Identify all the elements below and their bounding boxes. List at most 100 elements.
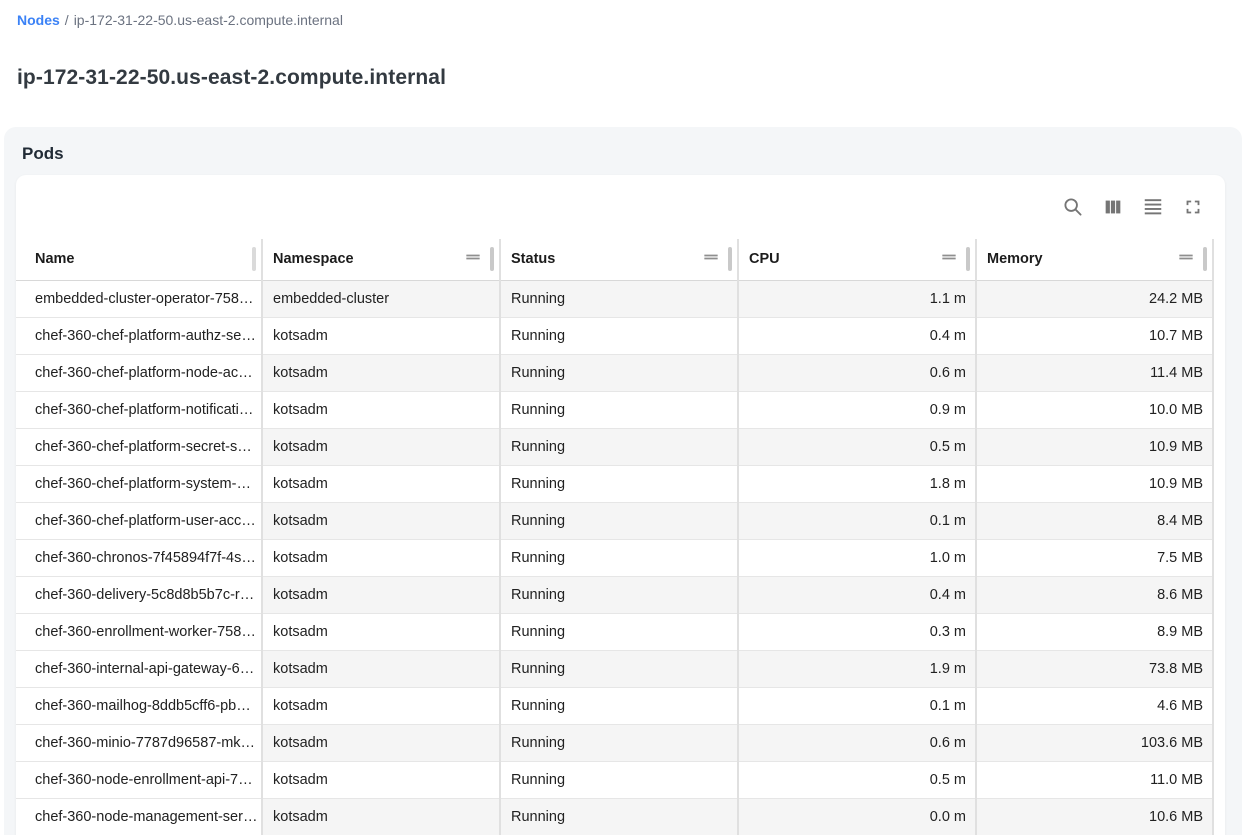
cell-memory: 8.4 MB (976, 502, 1213, 539)
column-header-name[interactable]: Name (16, 239, 262, 280)
cell-status: Running (500, 465, 738, 502)
column-header-cpu[interactable]: CPU (738, 239, 976, 280)
cell-namespace: kotsadm (262, 428, 500, 465)
drag-handle-icon[interactable] (1176, 247, 1196, 271)
breadcrumb: Nodes/ip-172-31-22-50.us-east-2.compute.… (0, 0, 1259, 28)
cell-cpu: 0.5 m (738, 428, 976, 465)
cell-status: Running (500, 280, 738, 317)
cell-cpu: 0.4 m (738, 317, 976, 354)
drag-handle-icon[interactable] (701, 247, 721, 271)
column-header-label: Name (35, 251, 75, 267)
cell-status: Running (500, 317, 738, 354)
column-resize-handle[interactable] (252, 247, 256, 271)
column-resize-handle[interactable] (966, 247, 970, 271)
table-row[interactable]: chef-360-enrollment-worker-758… kotsadm … (16, 613, 1213, 650)
drag-handle-icon[interactable] (939, 247, 959, 271)
column-header-label: Namespace (273, 251, 354, 267)
column-resize-handle[interactable] (490, 247, 494, 271)
column-header-namespace[interactable]: Namespace (262, 239, 500, 280)
cell-namespace: embedded-cluster (262, 280, 500, 317)
column-header-memory[interactable]: Memory (976, 239, 1213, 280)
cell-namespace: kotsadm (262, 724, 500, 761)
cell-memory: 7.5 MB (976, 539, 1213, 576)
table-row[interactable]: chef-360-chronos-7f45894f7f-4s… kotsadm … (16, 539, 1213, 576)
column-resize-handle[interactable] (1203, 247, 1207, 271)
cell-namespace: kotsadm (262, 502, 500, 539)
table-row[interactable]: chef-360-minio-7787d96587-mk… kotsadm Ru… (16, 724, 1213, 761)
cell-memory: 10.6 MB (976, 798, 1213, 835)
fullscreen-icon (1182, 196, 1204, 218)
cell-name: chef-360-node-enrollment-api-7… (16, 761, 262, 798)
cell-name: chef-360-mailhog-8ddb5cff6-pb… (16, 687, 262, 724)
cell-status: Running (500, 761, 738, 798)
pods-table: Name Namespace Status CPU (16, 239, 1214, 835)
column-resize-handle[interactable] (728, 247, 732, 271)
cell-status: Running (500, 798, 738, 835)
density-button[interactable] (1137, 191, 1169, 223)
cell-cpu: 1.1 m (738, 280, 976, 317)
cell-namespace: kotsadm (262, 761, 500, 798)
table-row[interactable]: chef-360-chef-platform-secret-s… kotsadm… (16, 428, 1213, 465)
cell-memory: 10.7 MB (976, 317, 1213, 354)
table-row[interactable]: embedded-cluster-operator-758… embedded-… (16, 280, 1213, 317)
table-row[interactable]: chef-360-delivery-5c8d8b5b7c-r… kotsadm … (16, 576, 1213, 613)
cell-status: Running (500, 687, 738, 724)
cell-namespace: kotsadm (262, 650, 500, 687)
cell-memory: 24.2 MB (976, 280, 1213, 317)
cell-memory: 11.0 MB (976, 761, 1213, 798)
cell-memory: 8.6 MB (976, 576, 1213, 613)
cell-status: Running (500, 539, 738, 576)
cell-name: chef-360-chef-platform-secret-s… (16, 428, 262, 465)
cell-status: Running (500, 576, 738, 613)
pods-card-title: Pods (22, 144, 1242, 164)
cell-name: chef-360-node-management-ser… (16, 798, 262, 835)
cell-status: Running (500, 391, 738, 428)
cell-namespace: kotsadm (262, 354, 500, 391)
breadcrumb-current: ip-172-31-22-50.us-east-2.compute.intern… (74, 12, 343, 28)
cell-namespace: kotsadm (262, 317, 500, 354)
cell-cpu: 0.0 m (738, 798, 976, 835)
cell-name: chef-360-chef-platform-user-acc… (16, 502, 262, 539)
cell-memory: 10.9 MB (976, 428, 1213, 465)
cell-name: chef-360-chef-platform-system-… (16, 465, 262, 502)
table-row[interactable]: chef-360-chef-platform-node-ac… kotsadm … (16, 354, 1213, 391)
table-row[interactable]: chef-360-chef-platform-authz-se… kotsadm… (16, 317, 1213, 354)
cell-status: Running (500, 502, 738, 539)
drag-handle-icon[interactable] (463, 247, 483, 271)
show-hide-columns-button[interactable] (1097, 191, 1129, 223)
table-row[interactable]: chef-360-mailhog-8ddb5cff6-pb… kotsadm R… (16, 687, 1213, 724)
cell-namespace: kotsadm (262, 687, 500, 724)
cell-status: Running (500, 354, 738, 391)
table-row[interactable]: chef-360-node-management-ser… kotsadm Ru… (16, 798, 1213, 835)
table-row[interactable]: chef-360-node-enrollment-api-7… kotsadm … (16, 761, 1213, 798)
table-row[interactable]: chef-360-chef-platform-user-acc… kotsadm… (16, 502, 1213, 539)
cell-name: chef-360-internal-api-gateway-6… (16, 650, 262, 687)
density-icon (1142, 196, 1164, 218)
cell-memory: 103.6 MB (976, 724, 1213, 761)
cell-cpu: 0.5 m (738, 761, 976, 798)
cell-status: Running (500, 428, 738, 465)
cell-memory: 8.9 MB (976, 613, 1213, 650)
cell-cpu: 1.9 m (738, 650, 976, 687)
column-header-label: CPU (749, 251, 780, 267)
cell-memory: 73.8 MB (976, 650, 1213, 687)
cell-name: chef-360-enrollment-worker-758… (16, 613, 262, 650)
cell-cpu: 0.1 m (738, 687, 976, 724)
search-button[interactable] (1057, 191, 1089, 223)
cell-memory: 10.9 MB (976, 465, 1213, 502)
table-row[interactable]: chef-360-internal-api-gateway-6… kotsadm… (16, 650, 1213, 687)
cell-name: chef-360-chef-platform-authz-se… (16, 317, 262, 354)
cell-name: chef-360-chronos-7f45894f7f-4s… (16, 539, 262, 576)
column-header-status[interactable]: Status (500, 239, 738, 280)
table-row[interactable]: chef-360-chef-platform-notificati… kotsa… (16, 391, 1213, 428)
column-header-label: Memory (987, 251, 1043, 267)
table-toolbar (16, 175, 1225, 239)
column-header-label: Status (511, 251, 555, 267)
table-row[interactable]: chef-360-chef-platform-system-… kotsadm … (16, 465, 1213, 502)
cell-status: Running (500, 724, 738, 761)
breadcrumb-nodes-link[interactable]: Nodes (17, 12, 60, 28)
fullscreen-button[interactable] (1177, 191, 1209, 223)
cell-namespace: kotsadm (262, 539, 500, 576)
cell-name: chef-360-delivery-5c8d8b5b7c-r… (16, 576, 262, 613)
cell-name: chef-360-chef-platform-node-ac… (16, 354, 262, 391)
